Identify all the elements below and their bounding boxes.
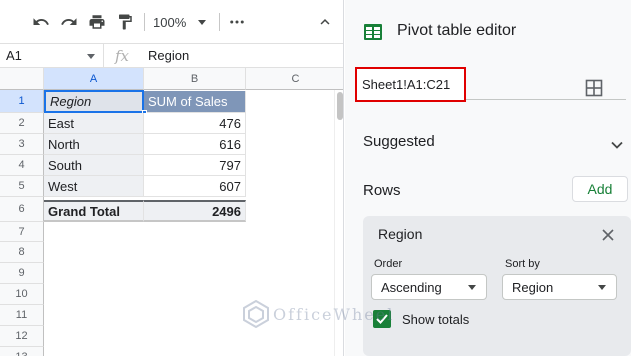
row-header[interactable]: 8 — [0, 242, 44, 263]
chevron-down-icon — [598, 285, 606, 290]
pivot-row-value[interactable]: 476 — [144, 113, 246, 134]
name-box[interactable]: A1 — [0, 43, 104, 68]
row-header[interactable]: 3 — [0, 134, 44, 155]
sheets-table-icon — [364, 24, 382, 45]
row-header[interactable]: 6 — [0, 197, 44, 222]
column-header-c[interactable]: C — [246, 68, 343, 90]
show-totals-label: Show totals — [402, 312, 470, 327]
toolbar: 100% — [0, 0, 343, 44]
sort-by-label: Sort by — [505, 258, 540, 270]
row-header[interactable]: 7 — [0, 222, 44, 242]
show-totals-checkbox[interactable] — [373, 310, 391, 328]
formula-bar: A1 fx Region — [0, 43, 343, 68]
row-header[interactable]: 4 — [0, 155, 44, 176]
pivot-header-sum-of-sales[interactable]: SUM of Sales — [144, 91, 246, 113]
more-icon[interactable] — [226, 11, 248, 33]
select-range-grid-icon[interactable] — [585, 79, 603, 102]
undo-icon[interactable] — [30, 11, 52, 33]
close-icon[interactable] — [602, 228, 614, 246]
pivot-row-value[interactable]: 607 — [144, 176, 246, 197]
toolbar-divider — [144, 13, 145, 31]
column-header-b[interactable]: B — [144, 68, 246, 90]
column-headers: A B C — [0, 68, 343, 90]
vertical-scrollbar[interactable] — [334, 90, 343, 356]
select-all-corner[interactable] — [0, 68, 44, 90]
row-header[interactable]: 2 — [0, 113, 44, 134]
toolbar-divider — [219, 13, 220, 31]
name-box-value: A1 — [6, 48, 22, 63]
chevron-down-icon[interactable] — [611, 136, 623, 154]
checkmark-icon — [376, 314, 388, 324]
row-header[interactable]: 11 — [0, 305, 44, 326]
column-header-a[interactable]: A — [44, 68, 144, 90]
sort-by-value: Region — [512, 279, 554, 295]
chevron-down-icon — [198, 19, 207, 25]
row-header[interactable]: 5 — [0, 176, 44, 197]
pivot-row-label[interactable]: East — [44, 113, 144, 134]
chevron-down-icon — [468, 285, 476, 290]
print-icon[interactable] — [86, 11, 108, 33]
rows-section-label: Rows — [363, 182, 401, 199]
row-field-card: Region Order Ascending Sort by Region Sh… — [363, 216, 631, 356]
pivot-row-label[interactable]: West — [44, 176, 144, 197]
zoom-value: 100% — [153, 14, 187, 30]
spreadsheet-area: 100% A1 fx Region A B C 1 2 3 4 5 6 7 8 … — [0, 0, 344, 356]
sort-by-select[interactable]: Region — [502, 274, 617, 300]
pivot-row-value[interactable]: 797 — [144, 155, 246, 176]
pivot-header-region[interactable]: Region — [44, 90, 144, 113]
row-header[interactable]: 10 — [0, 284, 44, 305]
order-label: Order — [374, 258, 403, 270]
formula-input[interactable]: Region — [140, 48, 189, 63]
redo-icon[interactable] — [58, 11, 80, 33]
row-header[interactable]: 12 — [0, 326, 44, 347]
chevron-down-icon — [87, 53, 95, 59]
paint-format-icon[interactable] — [114, 11, 136, 33]
add-row-button[interactable]: Add — [572, 176, 628, 202]
fx-icon: fx — [114, 46, 129, 65]
order-value: Ascending — [381, 279, 442, 295]
pivot-row-label[interactable]: North — [44, 134, 144, 155]
grand-total-value[interactable]: 2496 — [144, 200, 246, 222]
pivot-row-value[interactable]: 616 — [144, 134, 246, 155]
order-select[interactable]: Ascending — [371, 274, 487, 300]
row-header[interactable]: 1 — [0, 90, 44, 113]
row-field-title: Region — [378, 226, 423, 242]
row-header[interactable]: 13 — [0, 347, 44, 356]
pivot-row-label[interactable]: South — [44, 155, 144, 176]
panel-title: Pivot table editor — [397, 22, 517, 39]
zoom-select[interactable]: 100% — [153, 12, 207, 32]
collapse-icon[interactable] — [314, 11, 336, 33]
row-header[interactable]: 9 — [0, 263, 44, 284]
suggested-section-label[interactable]: Suggested — [363, 133, 435, 150]
pivot-table-editor-panel: Pivot table editor Sheet1!A1:C21 Suggest… — [345, 0, 631, 356]
grand-total-label[interactable]: Grand Total — [44, 200, 144, 222]
data-range-input[interactable]: Sheet1!A1:C21 — [355, 67, 466, 102]
scrollbar-thumb[interactable] — [337, 92, 343, 120]
